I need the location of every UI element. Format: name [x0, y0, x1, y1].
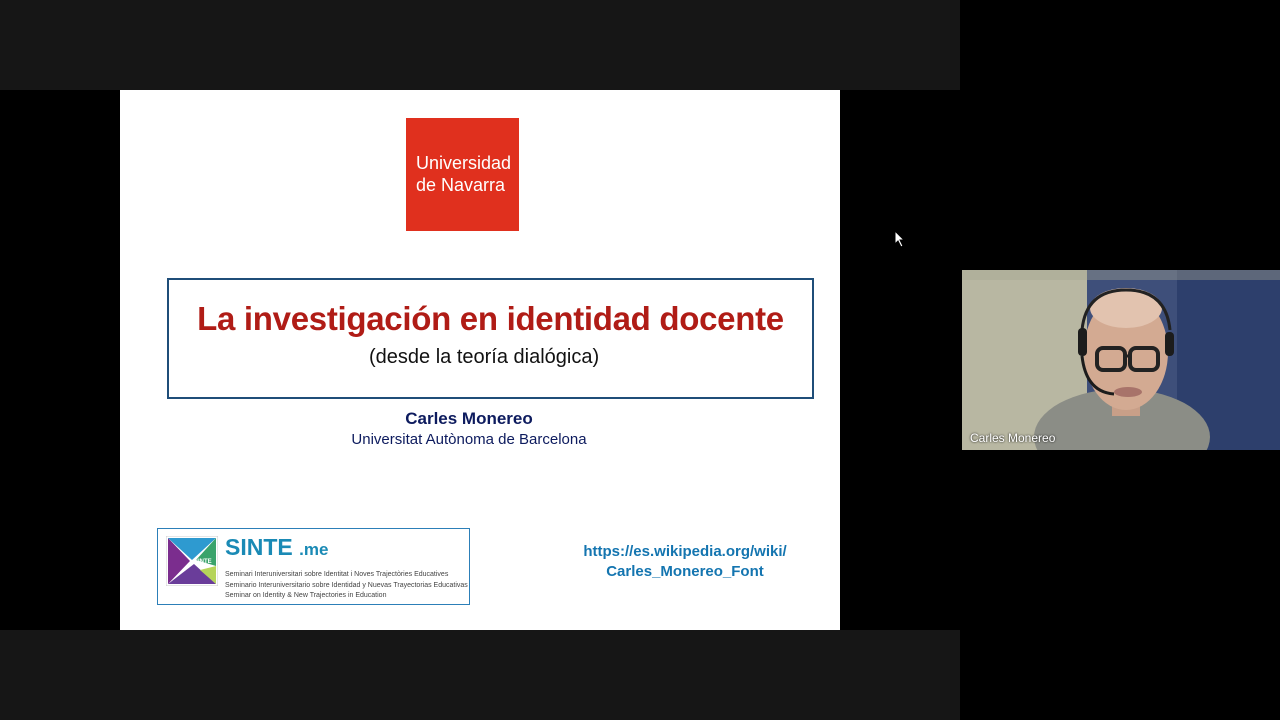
- participant-video-feed: [962, 270, 1280, 450]
- shared-slide: Universidad de Navarra La investigación …: [120, 90, 840, 630]
- university-logo: Universidad de Navarra: [406, 118, 519, 231]
- screen-share-top-bar: [0, 0, 960, 90]
- title-box: La investigación en identidad docente (d…: [167, 278, 814, 399]
- participant-video-tile[interactable]: Carles Monereo: [962, 270, 1280, 450]
- sinte-line-2: Seminario Interuniversitario sobre Ident…: [225, 582, 468, 589]
- sinte-suffix: .me: [299, 540, 329, 559]
- author-affiliation: Universitat Autònoma de Barcelona: [351, 431, 587, 448]
- screen-share-bottom-bar: [0, 630, 960, 720]
- participant-name-label: Carles Monereo: [970, 431, 1056, 445]
- logo-line-1: Universidad: [416, 153, 512, 173]
- wikipedia-link[interactable]: https://es.wikipedia.org/wiki/ Carles_Mo…: [560, 542, 810, 582]
- svg-text:SINTE: SINTE: [194, 559, 212, 565]
- sinte-line-3: Seminar on Identity & New Trajectories i…: [225, 592, 387, 599]
- author-name: Carles Monereo: [405, 409, 533, 428]
- sinte-banner: SINTE SINTE .me Seminari Interuniversita…: [157, 528, 470, 605]
- sinte-title: SINTE .me: [225, 534, 328, 561]
- sinte-name: SINTE: [225, 534, 293, 560]
- sinte-line-1: Seminari Interuniversitari sobre Identit…: [225, 571, 449, 578]
- sinte-logo-icon: SINTE: [166, 536, 218, 586]
- slide-subtitle: (desde la teoría dialógica): [369, 346, 600, 368]
- logo-line-2: de Navarra: [416, 175, 506, 195]
- slide-title: La investigación en identidad docente: [197, 300, 784, 337]
- mouse-pointer-icon: [894, 230, 906, 248]
- wikipedia-link-line-2: Carles_Monereo_Font: [606, 563, 764, 580]
- wikipedia-link-line-1: https://es.wikipedia.org/wiki/: [583, 543, 787, 560]
